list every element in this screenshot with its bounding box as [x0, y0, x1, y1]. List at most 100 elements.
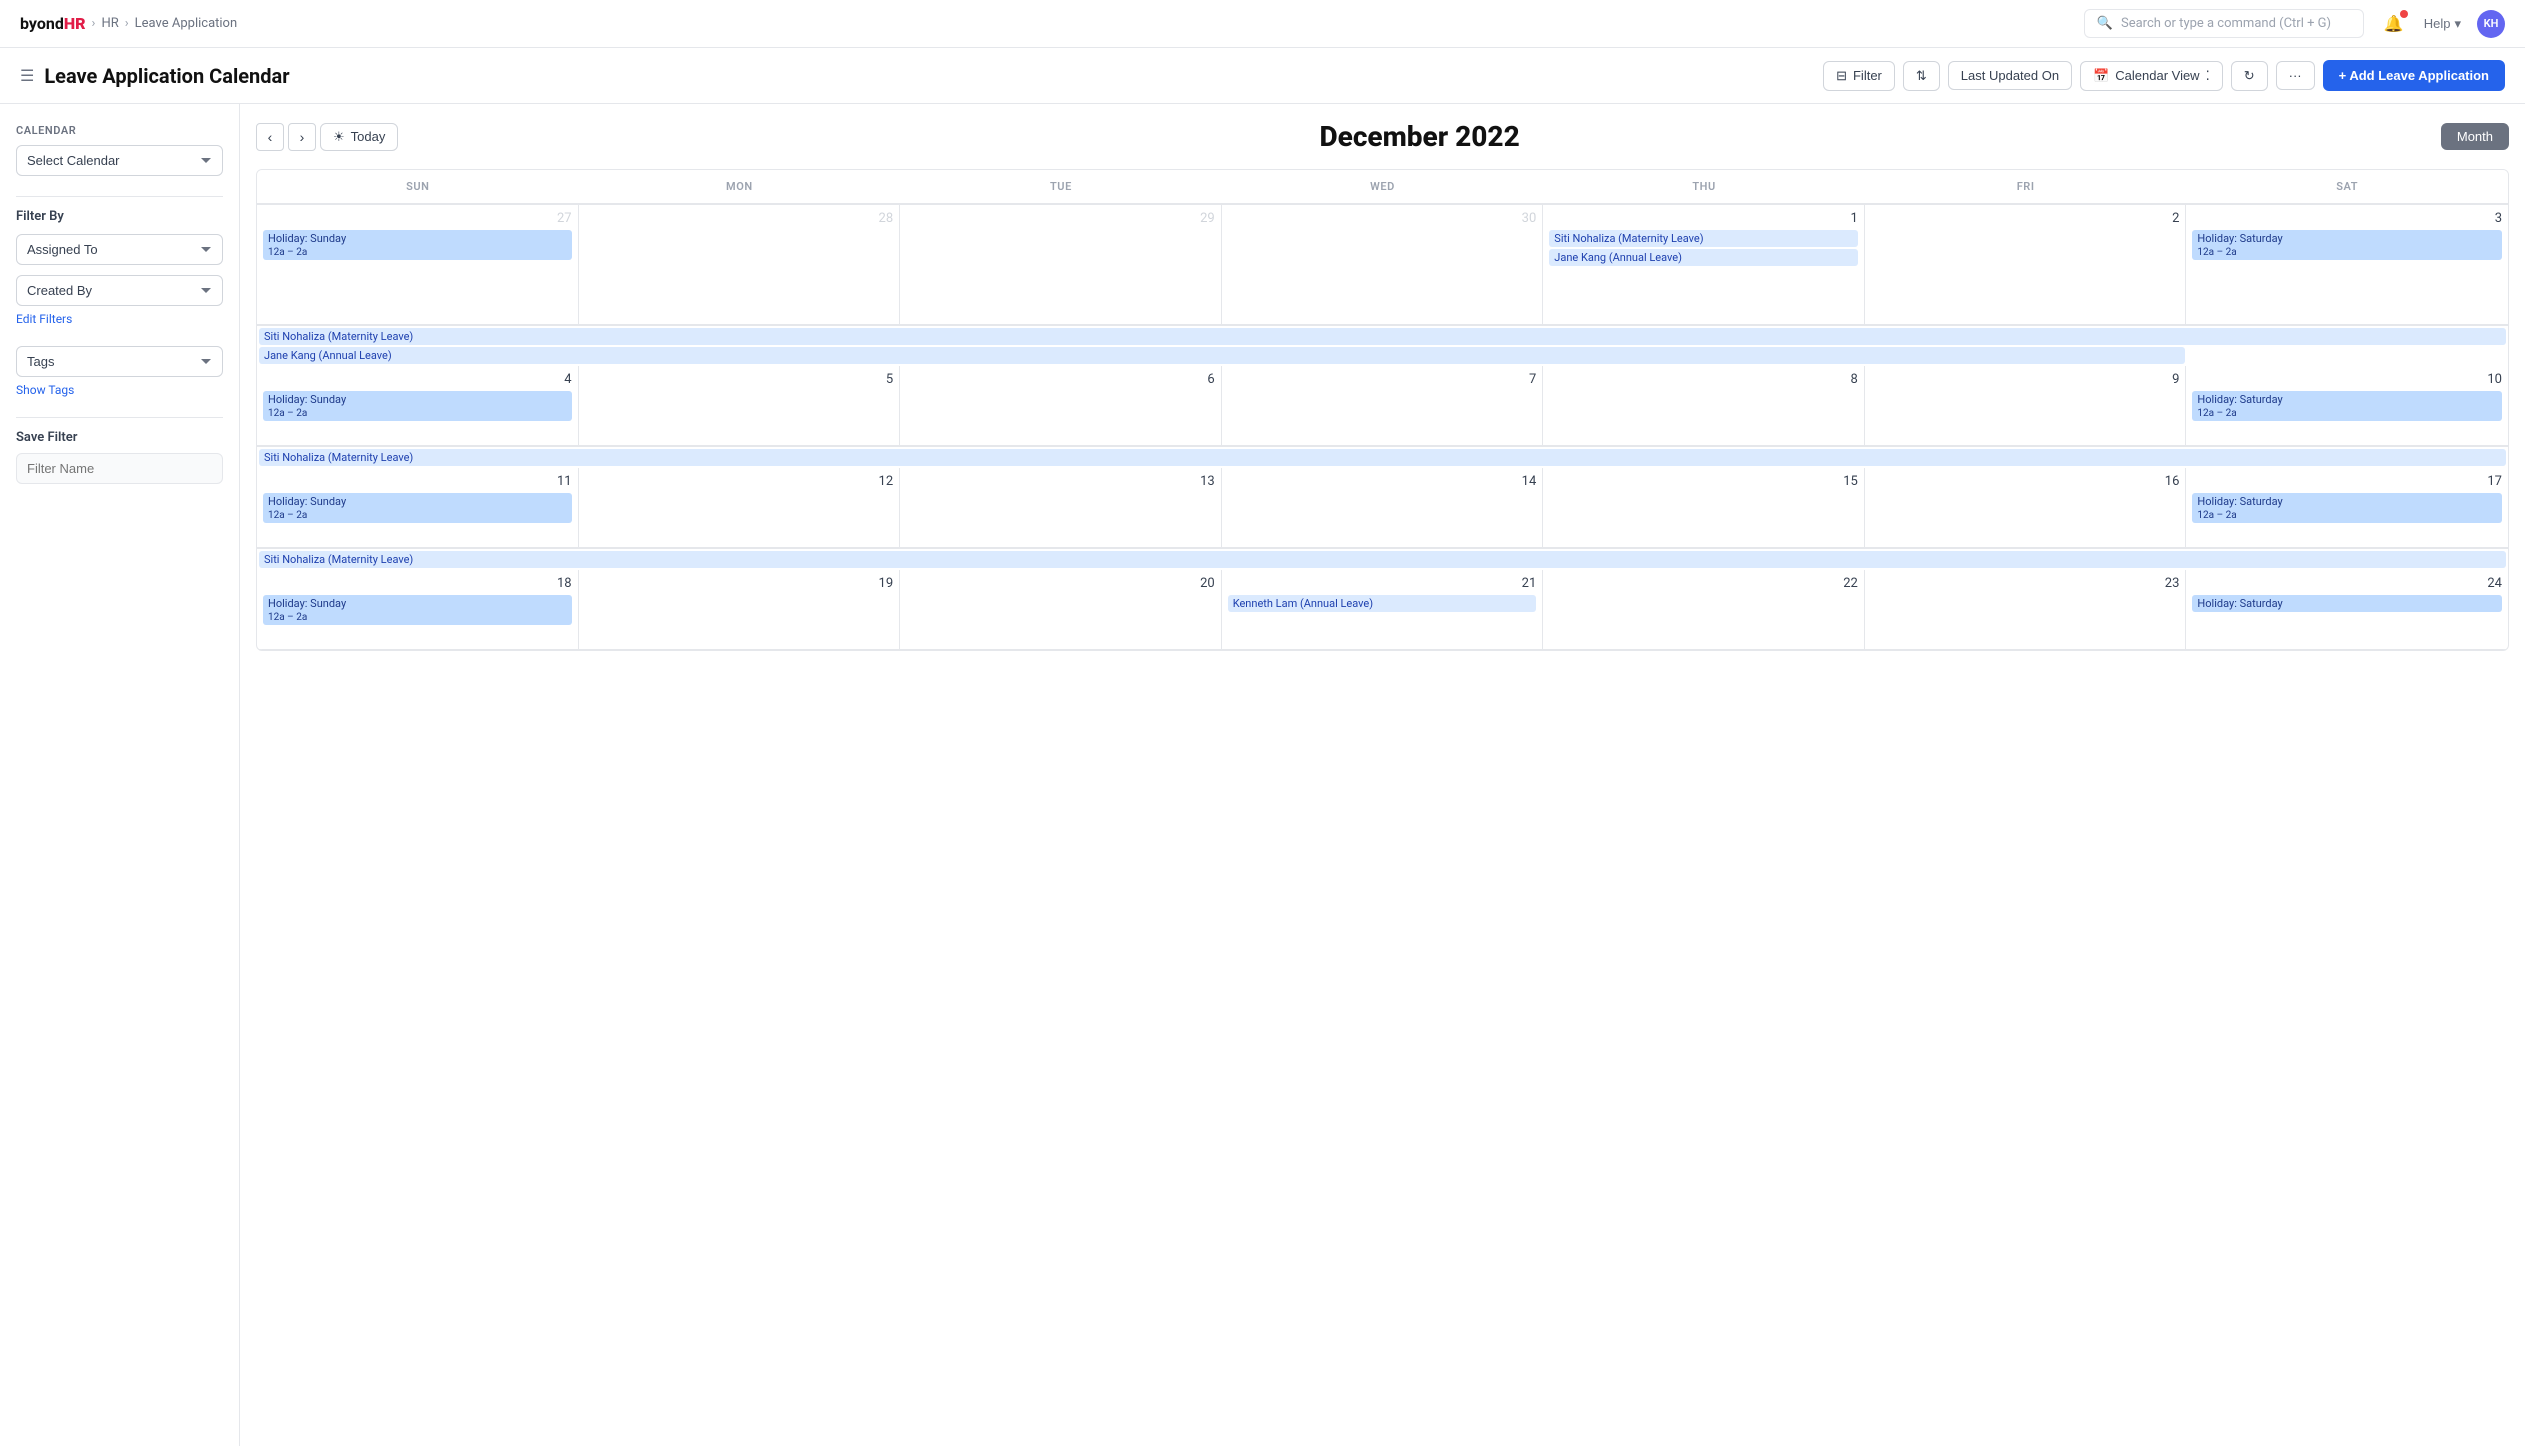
cell-dec18[interactable]: 18 Holiday: Sunday12a – 2a: [257, 570, 579, 650]
week-2-cells: 4 Holiday: Sunday12a – 2a 5 6 7: [257, 366, 2508, 446]
date-nov27: 27: [263, 211, 572, 226]
date-dec6: 6: [906, 372, 1215, 387]
filter-name-input[interactable]: [16, 453, 223, 484]
cell-dec1[interactable]: 1 Siti Nohaliza (Maternity Leave) Jane K…: [1543, 205, 1865, 325]
cell-dec15[interactable]: 15: [1543, 468, 1865, 548]
show-tags-link[interactable]: Show Tags: [16, 383, 223, 397]
cell-dec11[interactable]: 11 Holiday: Sunday12a – 2a: [257, 468, 579, 548]
calendar-view-button[interactable]: 📅 Calendar View ⁚: [2080, 61, 2223, 91]
last-updated-button[interactable]: Last Updated On: [1948, 61, 2072, 90]
event-holiday-sunday-w4[interactable]: Holiday: Sunday12a – 2a: [263, 595, 572, 625]
week-4: Siti Nohaliza (Maternity Leave) 18 Holid…: [257, 548, 2508, 650]
cell-dec6[interactable]: 6: [900, 366, 1222, 446]
cell-dec22[interactable]: 22: [1543, 570, 1865, 650]
prev-month-button[interactable]: ‹: [256, 123, 284, 151]
date-dec1: 1: [1549, 211, 1858, 226]
sort-button[interactable]: ⇅: [1903, 61, 1940, 91]
cell-nov27[interactable]: 27 Holiday: Sunday12a – 2a: [257, 205, 579, 325]
cell-dec17[interactable]: 17 Holiday: Saturday12a – 2a: [2186, 468, 2508, 548]
date-dec23: 23: [1871, 576, 2180, 591]
cell-dec10[interactable]: 10 Holiday: Saturday12a – 2a: [2186, 366, 2508, 446]
cell-dec19[interactable]: 19: [579, 570, 901, 650]
cell-dec21[interactable]: 21 Kenneth Lam (Annual Leave): [1222, 570, 1544, 650]
cell-nov28[interactable]: 28: [579, 205, 901, 325]
date-dec19: 19: [585, 576, 894, 591]
cell-dec14[interactable]: 14: [1222, 468, 1544, 548]
more-button[interactable]: ···: [2276, 61, 2315, 90]
siti-span-w4[interactable]: Siti Nohaliza (Maternity Leave): [259, 551, 2506, 570]
date-nov29: 29: [906, 211, 1215, 226]
siti-span-w3[interactable]: Siti Nohaliza (Maternity Leave): [259, 449, 2506, 468]
cell-dec24[interactable]: 24 Holiday: Saturday: [2186, 570, 2508, 650]
event-holiday-saturday-w3[interactable]: Holiday: Saturday12a – 2a: [2192, 493, 2502, 523]
cell-nov30[interactable]: 30: [1222, 205, 1544, 325]
page-title: Leave Application Calendar: [44, 64, 289, 88]
search-bar[interactable]: 🔍 Search or type a command (Ctrl + G): [2084, 9, 2364, 38]
cell-dec9[interactable]: 9: [1865, 366, 2187, 446]
event-holiday-sunday-w3[interactable]: Holiday: Sunday12a – 2a: [263, 493, 572, 523]
jane-span-w2[interactable]: Jane Kang (Annual Leave): [259, 347, 2185, 366]
cell-dec5[interactable]: 5: [579, 366, 901, 446]
cell-dec3[interactable]: 3 Holiday: Saturday12a – 2a: [2186, 205, 2508, 325]
week-1: 27 Holiday: Sunday12a – 2a 28 29 30 1: [257, 204, 2508, 325]
cell-nov29[interactable]: 29: [900, 205, 1222, 325]
assigned-to-select[interactable]: Assigned To: [16, 234, 223, 265]
calendar-section-label: Calendar: [16, 124, 223, 137]
date-dec16: 16: [1871, 474, 2180, 489]
event-holiday-saturday-w2[interactable]: Holiday: Saturday12a – 2a: [2192, 391, 2502, 421]
add-leave-button[interactable]: + Add Leave Application: [2323, 60, 2505, 91]
chevron-down-icon: ▾: [2454, 16, 2461, 32]
event-holiday-sunday-w1[interactable]: Holiday: Sunday12a – 2a: [263, 230, 572, 260]
breadcrumb-hr[interactable]: HR: [101, 16, 118, 31]
event-holiday-sunday-w2[interactable]: Holiday: Sunday12a – 2a: [263, 391, 572, 421]
today-button[interactable]: ☀ Today: [320, 123, 398, 151]
date-dec5: 5: [585, 372, 894, 387]
cell-dec8[interactable]: 8: [1543, 366, 1865, 446]
calendar-icon: 📅: [2093, 68, 2109, 84]
notifications-button[interactable]: 🔔: [2380, 10, 2408, 38]
event-kenneth-start[interactable]: Kenneth Lam (Annual Leave): [1228, 595, 1537, 612]
event-holiday-saturday-w4[interactable]: Holiday: Saturday: [2192, 595, 2502, 612]
cell-dec4[interactable]: 4 Holiday: Sunday12a – 2a: [257, 366, 579, 446]
top-nav: byondHR › HR › Leave Application 🔍 Searc…: [0, 0, 2525, 48]
help-button[interactable]: Help ▾: [2424, 16, 2461, 32]
next-month-button[interactable]: ›: [288, 123, 316, 151]
month-button[interactable]: Month: [2441, 123, 2509, 150]
select-calendar[interactable]: Select Calendar: [16, 145, 223, 176]
cell-dec20[interactable]: 20: [900, 570, 1222, 650]
event-siti-w1-thu[interactable]: Siti Nohaliza (Maternity Leave): [1549, 230, 1858, 247]
week-3-span-events: Siti Nohaliza (Maternity Leave): [257, 447, 2508, 468]
week-2: Siti Nohaliza (Maternity Leave) Jane Kan…: [257, 325, 2508, 446]
date-nov30: 30: [1228, 211, 1537, 226]
cell-dec16[interactable]: 16: [1865, 468, 2187, 548]
cell-dec13[interactable]: 13: [900, 468, 1222, 548]
event-holiday-saturday-w1[interactable]: Holiday: Saturday12a – 2a: [2192, 230, 2502, 260]
calendar-grid: SUN MON TUE WED THU FRI SAT 27 Holiday: …: [256, 169, 2509, 651]
date-dec12: 12: [585, 474, 894, 489]
tags-select[interactable]: Tags: [16, 346, 223, 377]
calendar-controls: ‹ › ☀ Today December 2022 Month: [256, 120, 2509, 153]
day-mon: MON: [579, 170, 901, 204]
date-dec14: 14: [1228, 474, 1537, 489]
siti-span-w2[interactable]: Siti Nohaliza (Maternity Leave): [259, 328, 2506, 347]
date-dec9: 9: [1871, 372, 2180, 387]
filter-by-label: Filter By: [16, 209, 223, 224]
created-by-select[interactable]: Created By: [16, 275, 223, 306]
edit-filters-link[interactable]: Edit Filters: [16, 312, 223, 326]
cell-dec7[interactable]: 7: [1222, 366, 1544, 446]
avatar[interactable]: KH: [2477, 10, 2505, 38]
menu-icon[interactable]: ☰: [20, 66, 34, 85]
cell-dec23[interactable]: 23: [1865, 570, 2187, 650]
cell-dec12[interactable]: 12: [579, 468, 901, 548]
event-jane-w1-thu[interactable]: Jane Kang (Annual Leave): [1549, 249, 1858, 266]
day-sun: SUN: [257, 170, 579, 204]
cell-dec2[interactable]: 2: [1865, 205, 2187, 325]
refresh-button[interactable]: ↻: [2231, 61, 2268, 91]
calendar-section: Calendar Select Calendar: [16, 124, 223, 176]
search-placeholder: Search or type a command (Ctrl + G): [2121, 16, 2331, 31]
save-filter-label: Save Filter: [16, 430, 223, 445]
brand-logo[interactable]: byondHR: [20, 14, 86, 33]
day-fri: FRI: [1865, 170, 2187, 204]
page-title-group: ☰ Leave Application Calendar: [20, 64, 290, 88]
filter-button[interactable]: ⊟ Filter: [1823, 61, 1895, 91]
